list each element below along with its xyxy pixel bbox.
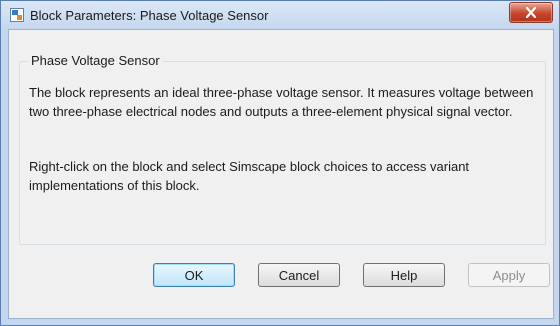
cancel-button[interactable]: Cancel xyxy=(258,263,340,287)
block-description: The block represents an ideal three-phas… xyxy=(29,85,534,119)
dialog-window: Block Parameters: Phase Voltage Sensor P… xyxy=(0,0,560,326)
dialog-client-area: Phase Voltage Sensor The block represent… xyxy=(8,29,554,319)
window-title: Block Parameters: Phase Voltage Sensor xyxy=(30,8,269,23)
ok-button[interactable]: OK xyxy=(153,263,235,287)
close-icon xyxy=(525,7,537,18)
title-bar[interactable]: Block Parameters: Phase Voltage Sensor xyxy=(1,1,559,29)
group-title: Phase Voltage Sensor xyxy=(28,53,163,68)
close-button[interactable] xyxy=(509,2,553,23)
apply-button[interactable]: Apply xyxy=(468,263,550,287)
help-button[interactable]: Help xyxy=(363,263,445,287)
variant-instructions: Right-click on the block and select Sims… xyxy=(29,159,470,193)
simulink-block-icon xyxy=(10,8,24,22)
